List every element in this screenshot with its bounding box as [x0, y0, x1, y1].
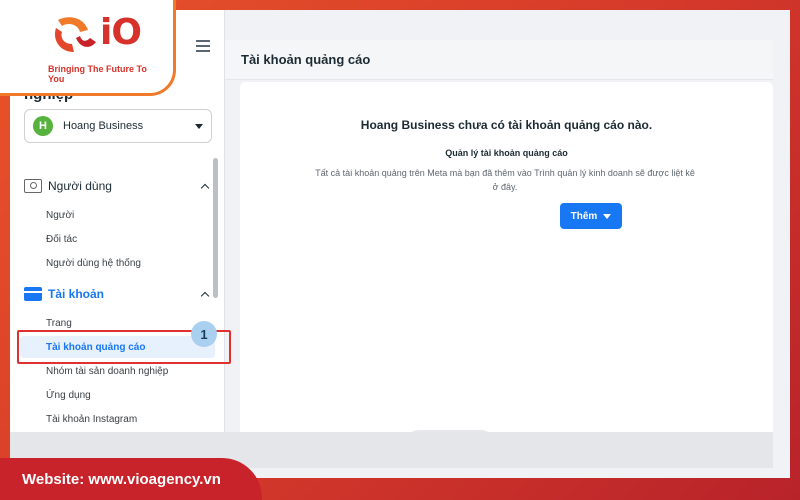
sidebar-item-system-users[interactable]: Người dùng hệ thống [46, 254, 206, 272]
chevron-up-icon [200, 291, 210, 300]
empty-state-subtitle: Quản lý tài khoản quảng cáo [445, 148, 568, 158]
caret-down-icon [603, 213, 612, 219]
brand-logo-icon [54, 17, 96, 52]
caret-down-icon [195, 123, 203, 129]
sidebar-item-partners[interactable]: Đối tác [46, 230, 206, 248]
main-header: Tài khoản quảng cáo [225, 40, 773, 80]
business-selector[interactable]: H Hoang Business [24, 109, 212, 143]
account-box-icon [24, 287, 42, 301]
sidebar-section-users[interactable]: Người dùng [24, 176, 214, 196]
brand-logo-text: iO [100, 12, 142, 53]
user-icon [24, 179, 42, 193]
footer-banner: Website: www.vioagency.vn [0, 458, 262, 500]
empty-state-title: Hoang Business chưa có tài khoản quảng c… [360, 118, 653, 132]
sidebar-item-instagram[interactable]: Tài khoản Instagram [46, 410, 206, 428]
sidebar-section-label: Tài khoản [48, 287, 105, 301]
page-title: Tài khoản quảng cáo [241, 52, 371, 67]
sidebar-section-label: Người dùng [48, 179, 112, 193]
brand-logo-card: iO Bringing The Future To You [0, 0, 176, 96]
step-badge: 1 [191, 321, 217, 347]
chevron-up-icon [200, 183, 210, 192]
empty-state-description: Tất cả tài khoản quảng trên Meta mà bạn … [315, 168, 695, 192]
sidebar-item-apps[interactable]: Ứng dụng [46, 386, 206, 404]
sidebar-section-accounts[interactable]: Tài khoản [24, 284, 214, 304]
footer-website: Website: www.vioagency.vn [22, 470, 221, 488]
content-card: Hoang Business chưa có tài khoản quảng c… [240, 82, 773, 440]
hamburger-menu-icon[interactable] [196, 40, 210, 52]
brand-tagline: Bringing The Future To You [48, 64, 147, 84]
add-button-label: Thêm [570, 210, 598, 222]
business-name: Hoang Business [63, 120, 144, 132]
sidebar-item-people[interactable]: Người [46, 206, 206, 224]
business-avatar: H [33, 116, 53, 136]
sidebar-item-business-assets[interactable]: Nhóm tài sản doanh nghiệp [46, 362, 206, 380]
add-button[interactable]: Thêm [560, 203, 622, 229]
